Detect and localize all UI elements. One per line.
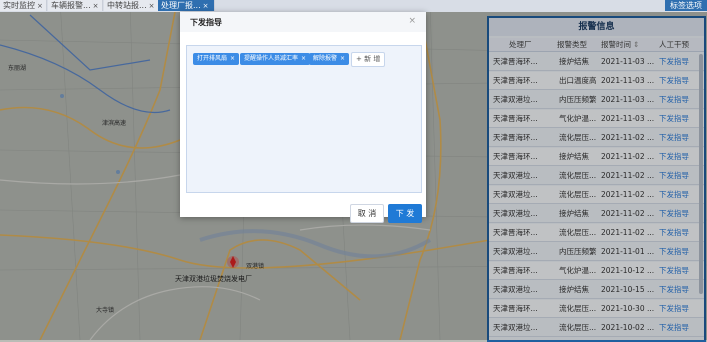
guidance-tag[interactable]: 打开排风扇 ×: [193, 53, 240, 65]
tab-label: 处理厂报...: [161, 1, 201, 10]
tag-label: 解除报警: [313, 55, 338, 62]
tag-close-icon[interactable]: ×: [301, 55, 306, 62]
tab-realtime[interactable]: 实时监控 ×: [0, 0, 47, 11]
cancel-button[interactable]: 取 消: [350, 204, 384, 223]
tag-label: 打开排风扇: [197, 55, 228, 62]
tab-transfer-alarm[interactable]: 中转站报... ×: [104, 0, 159, 11]
tag-close-icon[interactable]: ×: [340, 55, 345, 62]
close-icon[interactable]: ×: [408, 16, 416, 26]
close-icon[interactable]: ×: [149, 2, 155, 10]
tag-close-icon[interactable]: ×: [230, 55, 235, 62]
close-icon[interactable]: ×: [203, 2, 209, 10]
tab-plant-alarm[interactable]: 处理厂报... ×: [158, 0, 215, 11]
tab-bar: 实时监控 × 车辆报警... × 中转站报... × 处理厂报... × 标签选项: [0, 0, 707, 12]
tab-options-button[interactable]: 标签选项: [665, 0, 707, 11]
dispatch-button[interactable]: 下 发: [388, 204, 422, 223]
add-tag-button[interactable]: + 新 增: [351, 52, 386, 67]
guidance-tag[interactable]: 提醒操作人员减汇率 ×: [240, 53, 311, 65]
close-icon[interactable]: ×: [93, 2, 99, 10]
tag-label: 提醒操作人员减汇率: [244, 55, 299, 62]
dialog-header: 下发指导 ×: [180, 12, 426, 32]
tab-label: 中转站报...: [107, 1, 147, 10]
close-icon[interactable]: ×: [37, 2, 43, 10]
tab-label: 车辆报警...: [51, 1, 91, 10]
dispatch-guidance-dialog: 下发指导 × 打开排风扇 × 提醒操作人员减汇率 × 解除报警 × + 新 增 取 消…: [180, 12, 426, 223]
tab-label: 实时监控: [3, 1, 35, 10]
guidance-tag[interactable]: 解除报警 ×: [309, 53, 350, 65]
tab-vehicle-alarm[interactable]: 车辆报警... ×: [48, 0, 103, 11]
dialog-title: 下发指导: [190, 18, 222, 27]
guidance-tag-area[interactable]: 打开排风扇 × 提醒操作人员减汇率 × 解除报警 × + 新 增: [186, 45, 422, 193]
